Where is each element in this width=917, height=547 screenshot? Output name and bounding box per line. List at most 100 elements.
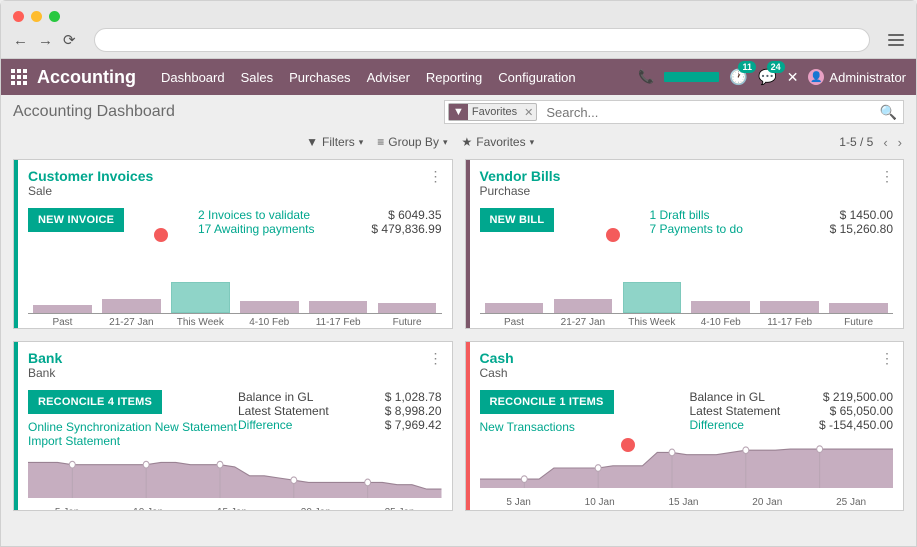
browser-chrome: ← → ⟳ bbox=[1, 1, 916, 59]
new-bill-button[interactable]: NEW BILL bbox=[480, 208, 555, 232]
link-online-sync[interactable]: Online Synchronization New Statement bbox=[28, 420, 238, 434]
link-invoices-to-validate[interactable]: 2 Invoices to validate bbox=[198, 208, 357, 222]
link-new-transactions[interactable]: New Transactions bbox=[480, 420, 690, 434]
row-label: Latest Statement bbox=[690, 404, 781, 418]
nav-configuration[interactable]: Configuration bbox=[498, 70, 575, 85]
amount: $ 479,836.99 bbox=[357, 222, 442, 236]
main-nav: Dashboard Sales Purchases Adviser Report… bbox=[161, 70, 576, 85]
link-awaiting-payments[interactable]: 17 Awaiting payments bbox=[198, 222, 357, 236]
search-tag-label: Favorites bbox=[468, 106, 521, 118]
pager-next[interactable]: › bbox=[898, 135, 902, 150]
search-tag-favorites: ▼ Favorites ✕ bbox=[448, 103, 537, 121]
card-menu-icon[interactable]: ⋮ bbox=[880, 168, 893, 185]
link-draft-bills[interactable]: 1 Draft bills bbox=[650, 208, 809, 222]
reconcile-button[interactable]: RECONCILE 4 ITEMS bbox=[28, 390, 162, 414]
card-vendor-bills: Vendor Bills Purchase ⋮ NEW BILL 1 Draft… bbox=[465, 159, 905, 329]
new-invoice-button[interactable]: NEW INVOICE bbox=[28, 208, 124, 232]
kanban-cards: Customer Invoices Sale ⋮ NEW INVOICE 2 I… bbox=[1, 159, 916, 523]
nav-adviser[interactable]: Adviser bbox=[367, 70, 410, 85]
row-value: $ 1,028.78 bbox=[357, 390, 442, 404]
card-bank: Bank Bank ⋮ RECONCILE 4 ITEMS Online Syn… bbox=[13, 341, 453, 511]
record-indicator-icon bbox=[154, 228, 168, 242]
chevron-down-icon: ▾ bbox=[530, 137, 535, 148]
search-input[interactable] bbox=[540, 105, 873, 120]
card-cash: Cash Cash ⋮ RECONCILE 1 ITEMS New Transa… bbox=[465, 341, 905, 511]
card-title[interactable]: Customer Invoices bbox=[28, 168, 153, 184]
messages-icon[interactable]: 💬24 bbox=[758, 68, 777, 86]
dismiss-icon[interactable]: ✕ bbox=[787, 69, 799, 86]
card-title[interactable]: Vendor Bills bbox=[480, 168, 561, 184]
row-value: $ 7,969.42 bbox=[357, 418, 442, 432]
user-menu[interactable]: 👤 Administrator bbox=[808, 69, 906, 85]
star-icon: ★ bbox=[461, 135, 472, 149]
favorites-button[interactable]: ★Favorites▾ bbox=[461, 135, 534, 149]
avatar: 👤 bbox=[808, 69, 824, 85]
progress-bar[interactable] bbox=[664, 72, 719, 82]
list-icon: ≡ bbox=[377, 135, 384, 149]
row-label: Latest Statement bbox=[238, 404, 329, 418]
filters-button[interactable]: ▼Filters▾ bbox=[306, 135, 363, 149]
link-payments-to-do[interactable]: 7 Payments to do bbox=[650, 222, 809, 236]
browser-menu-icon[interactable] bbox=[888, 34, 904, 46]
row-value: $ 219,500.00 bbox=[808, 390, 893, 404]
card-subtitle: Cash bbox=[480, 366, 514, 380]
reconcile-button[interactable]: RECONCILE 1 ITEMS bbox=[480, 390, 614, 414]
card-subtitle: Bank bbox=[28, 366, 62, 380]
messages-badge: 24 bbox=[767, 61, 785, 73]
pager: 1-5 / 5 ‹ › bbox=[839, 135, 902, 150]
card-title[interactable]: Cash bbox=[480, 350, 514, 366]
url-bar[interactable] bbox=[94, 28, 870, 52]
nav-sales[interactable]: Sales bbox=[241, 70, 274, 85]
record-indicator-icon bbox=[606, 228, 620, 242]
card-title[interactable]: Bank bbox=[28, 350, 62, 366]
nav-dashboard[interactable]: Dashboard bbox=[161, 70, 225, 85]
amount: $ 1450.00 bbox=[808, 208, 893, 222]
row-value: $ 8,998.20 bbox=[357, 404, 442, 418]
amount: $ 6049.35 bbox=[357, 208, 442, 222]
search-box[interactable]: ▼ Favorites ✕ 🔍 bbox=[444, 100, 904, 124]
control-panel: ▼Filters▾ ≡Group By▾ ★Favorites▾ 1-5 / 5… bbox=[1, 129, 916, 159]
back-icon[interactable]: ← bbox=[13, 33, 28, 48]
app-bar: Accounting Dashboard Sales Purchases Adv… bbox=[1, 59, 916, 95]
apps-icon[interactable] bbox=[11, 69, 27, 85]
chevron-down-icon: ▾ bbox=[359, 137, 364, 148]
card-subtitle: Purchase bbox=[480, 184, 561, 198]
forward-icon[interactable]: → bbox=[38, 33, 53, 48]
row-label: Balance in GL bbox=[690, 390, 765, 404]
pager-count: 1-5 / 5 bbox=[839, 135, 873, 149]
phone-icon[interactable]: 📞 bbox=[638, 69, 654, 85]
pager-prev[interactable]: ‹ bbox=[883, 135, 887, 150]
link-difference[interactable]: Difference bbox=[238, 418, 292, 432]
breadcrumb-bar: Accounting Dashboard ▼ Favorites ✕ 🔍 bbox=[1, 95, 916, 129]
activities-icon[interactable]: 🕐11 bbox=[729, 68, 748, 86]
page-title: Accounting Dashboard bbox=[13, 103, 444, 121]
bar-chart: Past21-27 JanThis Week4-10 Feb11-17 FebF… bbox=[28, 273, 442, 328]
filter-icon: ▼ bbox=[449, 104, 468, 120]
app-title: Accounting bbox=[37, 67, 136, 88]
minimize-window[interactable] bbox=[31, 11, 42, 22]
close-window[interactable] bbox=[13, 11, 24, 22]
card-menu-icon[interactable]: ⋮ bbox=[429, 168, 442, 185]
card-subtitle: Sale bbox=[28, 184, 153, 198]
maximize-window[interactable] bbox=[49, 11, 60, 22]
funnel-icon: ▼ bbox=[306, 135, 318, 149]
row-label: Balance in GL bbox=[238, 390, 313, 404]
row-value: $ 65,050.00 bbox=[808, 404, 893, 418]
link-difference[interactable]: Difference bbox=[690, 418, 744, 432]
line-chart: 5 Jan10 Jan15 Jan20 Jan25 Jan bbox=[480, 438, 894, 510]
reload-icon[interactable]: ⟳ bbox=[63, 33, 76, 48]
card-customer-invoices: Customer Invoices Sale ⋮ NEW INVOICE 2 I… bbox=[13, 159, 453, 329]
link-import-statement[interactable]: Import Statement bbox=[28, 434, 238, 448]
line-chart: 5 Jan10 Jan15 Jan20 Jan25 Jan bbox=[28, 448, 442, 511]
card-menu-icon[interactable]: ⋮ bbox=[880, 350, 893, 367]
activities-badge: 11 bbox=[738, 61, 756, 73]
card-menu-icon[interactable]: ⋮ bbox=[429, 350, 442, 367]
remove-tag-icon[interactable]: ✕ bbox=[521, 106, 536, 119]
chevron-down-icon: ▾ bbox=[443, 137, 448, 148]
search-icon[interactable]: 🔍 bbox=[874, 104, 903, 121]
groupby-button[interactable]: ≡Group By▾ bbox=[377, 135, 447, 149]
nav-purchases[interactable]: Purchases bbox=[289, 70, 350, 85]
user-name: Administrator bbox=[829, 70, 906, 85]
bar-chart: Past21-27 JanThis Week4-10 Feb11-17 FebF… bbox=[480, 273, 894, 328]
nav-reporting[interactable]: Reporting bbox=[426, 70, 482, 85]
